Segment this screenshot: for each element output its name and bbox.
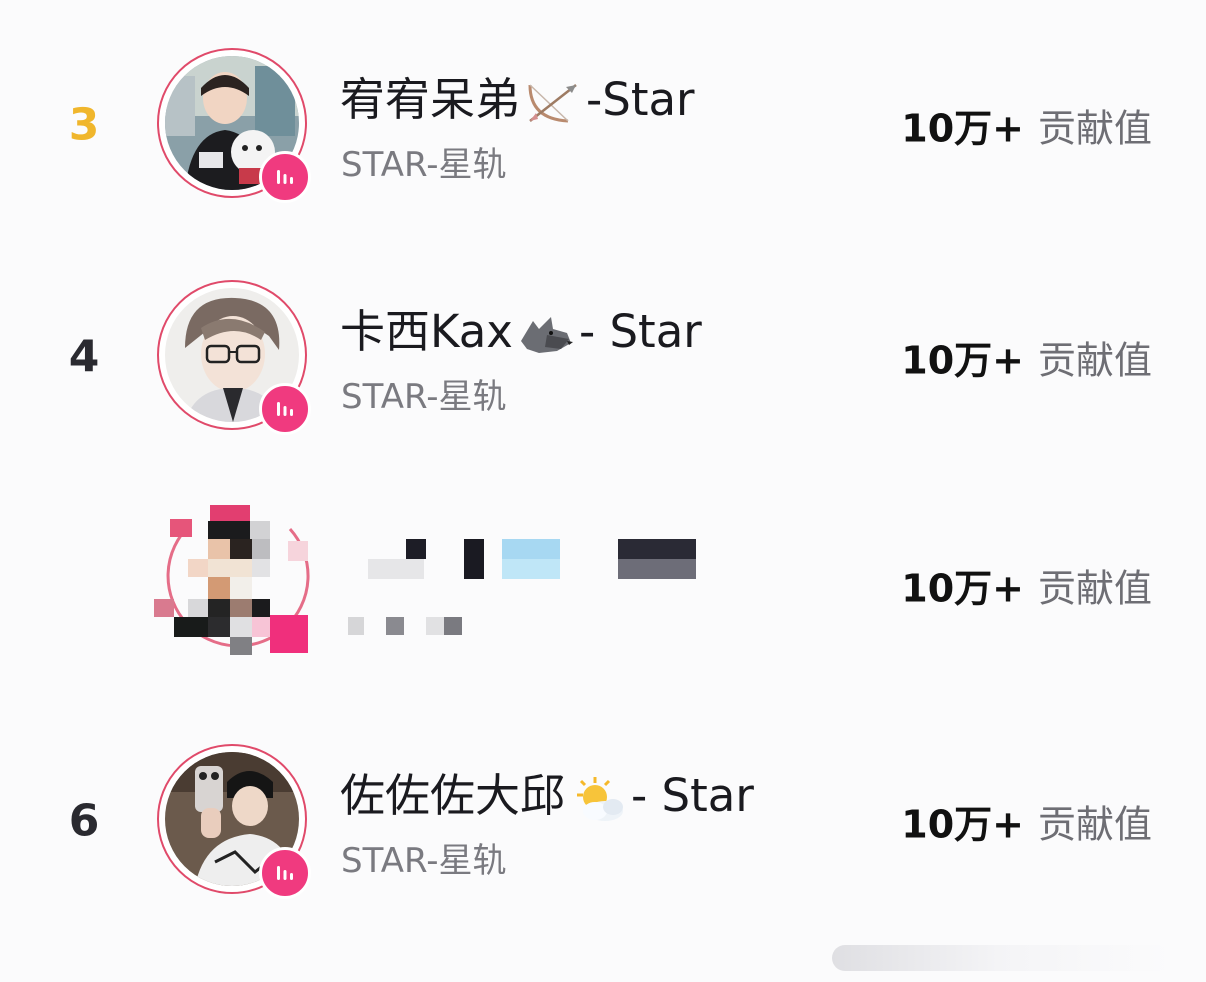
wolf-icon [517, 311, 575, 359]
contribution-score: 10万+ 贡献值 [901, 330, 1152, 385]
score-label: 贡献值 [1037, 106, 1152, 151]
user-name-suffix: - Star [578, 305, 702, 358]
avatar-pixelated [150, 505, 310, 659]
contribution-score: 10万+ 贡献值 [901, 794, 1152, 849]
score-label: 贡献值 [1037, 338, 1152, 383]
score-label: 贡献值 [1037, 802, 1152, 847]
live-badge-icon [259, 383, 311, 435]
user-name-suffix: -Star [586, 73, 695, 126]
user-name-text: 宥宥呆弟 [340, 73, 521, 126]
score-value: 10万+ [901, 106, 1024, 151]
score-value: 10万+ [901, 566, 1024, 611]
leaderboard-row[interactable]: 3 宥宥呆弟 -Star STAR-星轨 10万+ 贡献值 [0, 45, 1206, 205]
score-value: 10万+ [901, 338, 1024, 383]
user-name-text: 卡西Kax [340, 305, 513, 358]
group-label: STAR-星轨 [341, 841, 507, 881]
rank-number: 3 [68, 99, 100, 151]
avatar[interactable] [157, 744, 311, 899]
score-value: 10万+ [901, 802, 1024, 847]
user-name-suffix: - Star [631, 769, 754, 822]
leaderboard-row[interactable]: 4 卡西Kax - Star STAR-星轨 10万+ 贡献值 [0, 277, 1206, 437]
scrollbar[interactable] [832, 945, 1172, 971]
user-name[interactable]: 宥宥呆弟 -Star [340, 63, 695, 128]
rank-number: 4 [68, 331, 100, 383]
group-pixelated [346, 615, 466, 637]
score-label: 贡献值 [1037, 566, 1152, 611]
user-name[interactable]: 卡西Kax - Star [340, 295, 702, 360]
avatar[interactable] [157, 280, 311, 435]
leaderboard-row-obscured[interactable]: 10万+ 贡献值 [0, 505, 1206, 665]
rank-number: 6 [68, 795, 100, 847]
contribution-score: 10万+ 贡献值 [901, 98, 1152, 153]
user-name-text: 佐佐佐大邱 [340, 769, 566, 822]
leaderboard-row[interactable]: 6 佐佐佐大邱 - Star STAR-星轨 10万+ 贡献值 [0, 741, 1206, 901]
live-badge-icon [259, 847, 311, 899]
contribution-score: 10万+ 贡献值 [901, 558, 1152, 613]
group-label: STAR-星轨 [341, 377, 507, 417]
avatar[interactable] [157, 48, 311, 203]
bow-and-arrow-icon [524, 79, 582, 127]
name-pixelated [360, 537, 720, 581]
user-name[interactable]: 佐佐佐大邱 - Star [340, 759, 754, 824]
live-badge-icon [259, 151, 311, 203]
group-label: STAR-星轨 [341, 145, 507, 185]
sun-behind-cloud-icon [569, 775, 627, 823]
